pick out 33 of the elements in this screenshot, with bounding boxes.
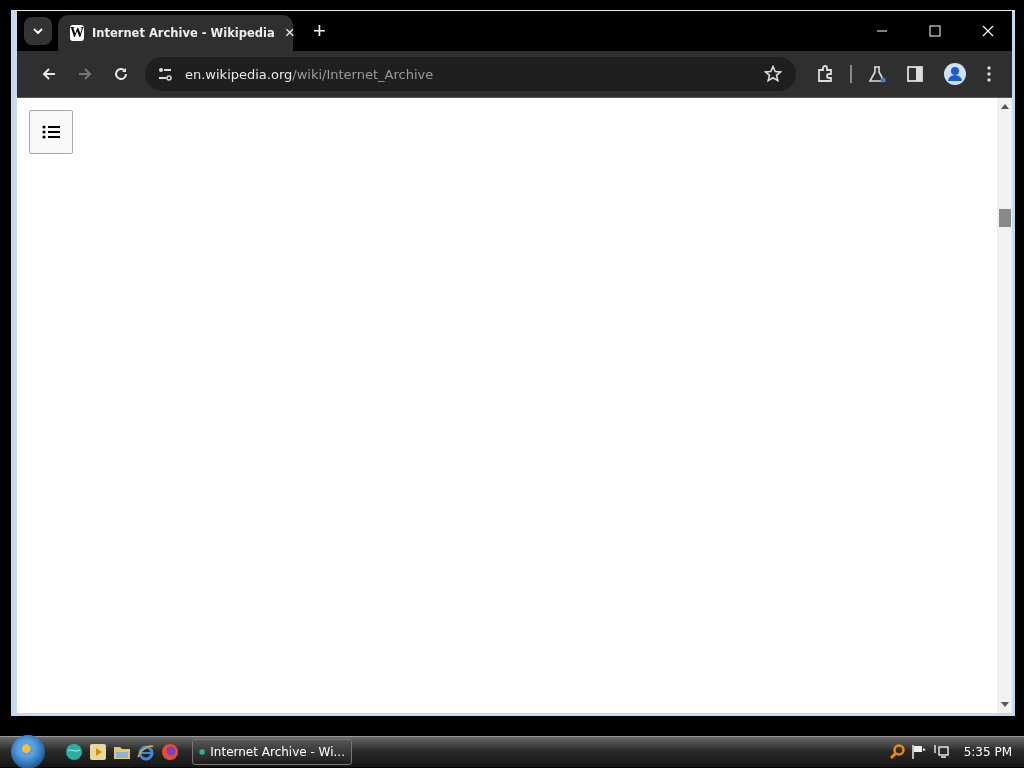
network-icon[interactable] [932, 744, 949, 760]
close-icon[interactable] [982, 25, 994, 37]
maximize-icon[interactable] [929, 25, 941, 37]
browser-e-icon[interactable] [137, 743, 155, 761]
url-text: en.wikipedia.org/wiki/Internet_Archive [185, 66, 434, 82]
profile-icon[interactable] [944, 63, 966, 85]
media-player-icon[interactable] [89, 743, 107, 761]
site-settings-icon[interactable] [157, 66, 173, 82]
contents-button[interactable] [29, 110, 73, 154]
new-tab-button[interactable]: + [307, 18, 332, 44]
forward-icon[interactable] [77, 66, 93, 82]
side-panel-icon[interactable] [906, 65, 924, 83]
scrollbar-thumb[interactable] [998, 209, 1011, 227]
search-icon[interactable] [888, 744, 905, 760]
flask-icon[interactable] [868, 65, 886, 83]
scrollbar[interactable] [997, 98, 1012, 713]
back-icon[interactable] [41, 66, 57, 82]
address-bar[interactable]: en.wikipedia.org/wiki/Internet_Archive [145, 57, 796, 91]
menu-icon[interactable] [986, 66, 992, 82]
wikipedia-favicon: W [70, 25, 84, 41]
list-icon [42, 125, 60, 139]
taskbar-button[interactable]: Internet Archive - Wi... [192, 739, 352, 765]
chevron-down-icon [33, 28, 43, 34]
star-icon[interactable] [764, 65, 782, 83]
browser-tab[interactable]: W Internet Archive - Wikipedia × [58, 15, 293, 51]
flag-icon[interactable] [910, 744, 927, 760]
reload-icon[interactable] [113, 66, 129, 82]
clock: 5:35 PM [963, 745, 1012, 759]
scroll-up-icon[interactable] [1000, 103, 1009, 109]
scroll-down-icon[interactable] [1000, 702, 1009, 708]
tab-search-button[interactable] [24, 17, 52, 45]
tab-title: Internet Archive - Wikipedia [92, 26, 275, 40]
puzzle-icon[interactable] [816, 65, 834, 83]
